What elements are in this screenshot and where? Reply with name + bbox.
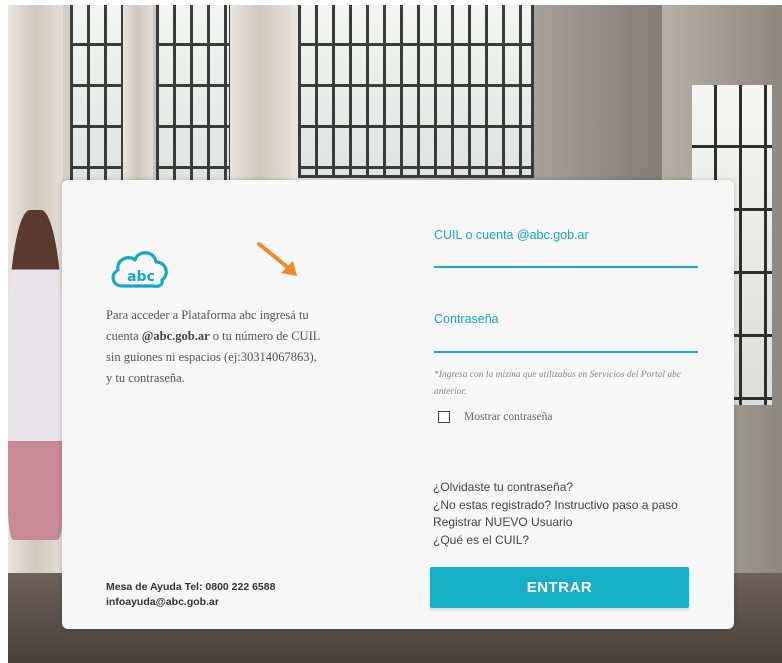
- what-is-cuil-link[interactable]: ¿Qué es el CUIL?: [433, 532, 678, 550]
- password-input-underline: [434, 351, 698, 353]
- intro-line: Para acceder a Plataforma abc ingresá tu: [106, 308, 309, 322]
- background-window: [70, 5, 126, 188]
- user-field-label: CUIL o cuenta @abc.gob.ar: [434, 228, 589, 242]
- help-phone: Mesa de Ayuda Tel: 0800 222 6588: [106, 581, 276, 593]
- login-card: abc Para acceder a Plataforma abc ingres…: [62, 180, 734, 629]
- help-email: infoayuda@abc.gob.ar: [106, 596, 219, 608]
- show-password-label: Mostrar contraseña: [464, 411, 553, 423]
- intro-line: sin guiones ni espacios (ej:30314067863)…: [106, 350, 317, 364]
- password-field-label: Contraseña: [434, 312, 499, 326]
- registration-guide-link[interactable]: ¿No estas registrado? Instructivo paso a…: [433, 497, 678, 515]
- intro-line: y tu contraseña.: [106, 371, 185, 385]
- intro-text: Para acceder a Plataforma abc ingresá tu…: [106, 305, 371, 389]
- register-new-user-link[interactable]: Registrar NUEVO Usuario: [433, 514, 678, 532]
- password-note: *Ingresa con la mizma que utilizabas en …: [434, 370, 682, 397]
- help-desk-info: Mesa de Ayuda Tel: 0800 222 6588 infoayu…: [106, 580, 366, 610]
- show-password-toggle[interactable]: Mostrar contraseña: [438, 411, 552, 423]
- user-input-underline: [434, 266, 698, 268]
- background-window: [298, 5, 534, 178]
- abc-cloud-logo-icon: abc: [111, 251, 168, 288]
- show-password-checkbox[interactable]: [438, 411, 450, 423]
- intro-account-domain: @abc.gob.ar: [141, 329, 210, 343]
- background-window: [156, 5, 232, 188]
- arrow-icon: [257, 242, 297, 276]
- help-links: ¿Olvidaste tu contraseña? ¿No estas regi…: [433, 479, 678, 549]
- intro-line: cuenta @abc.gob.ar o tu número de CUIL: [106, 329, 321, 343]
- password-input[interactable]: [434, 327, 698, 351]
- logo-text: abc: [127, 269, 155, 285]
- background-child: [8, 210, 63, 540]
- forgot-password-link[interactable]: ¿Olvidaste tu contraseña?: [433, 479, 678, 497]
- submit-button[interactable]: ENTRAR: [430, 567, 689, 608]
- user-input[interactable]: [434, 242, 698, 266]
